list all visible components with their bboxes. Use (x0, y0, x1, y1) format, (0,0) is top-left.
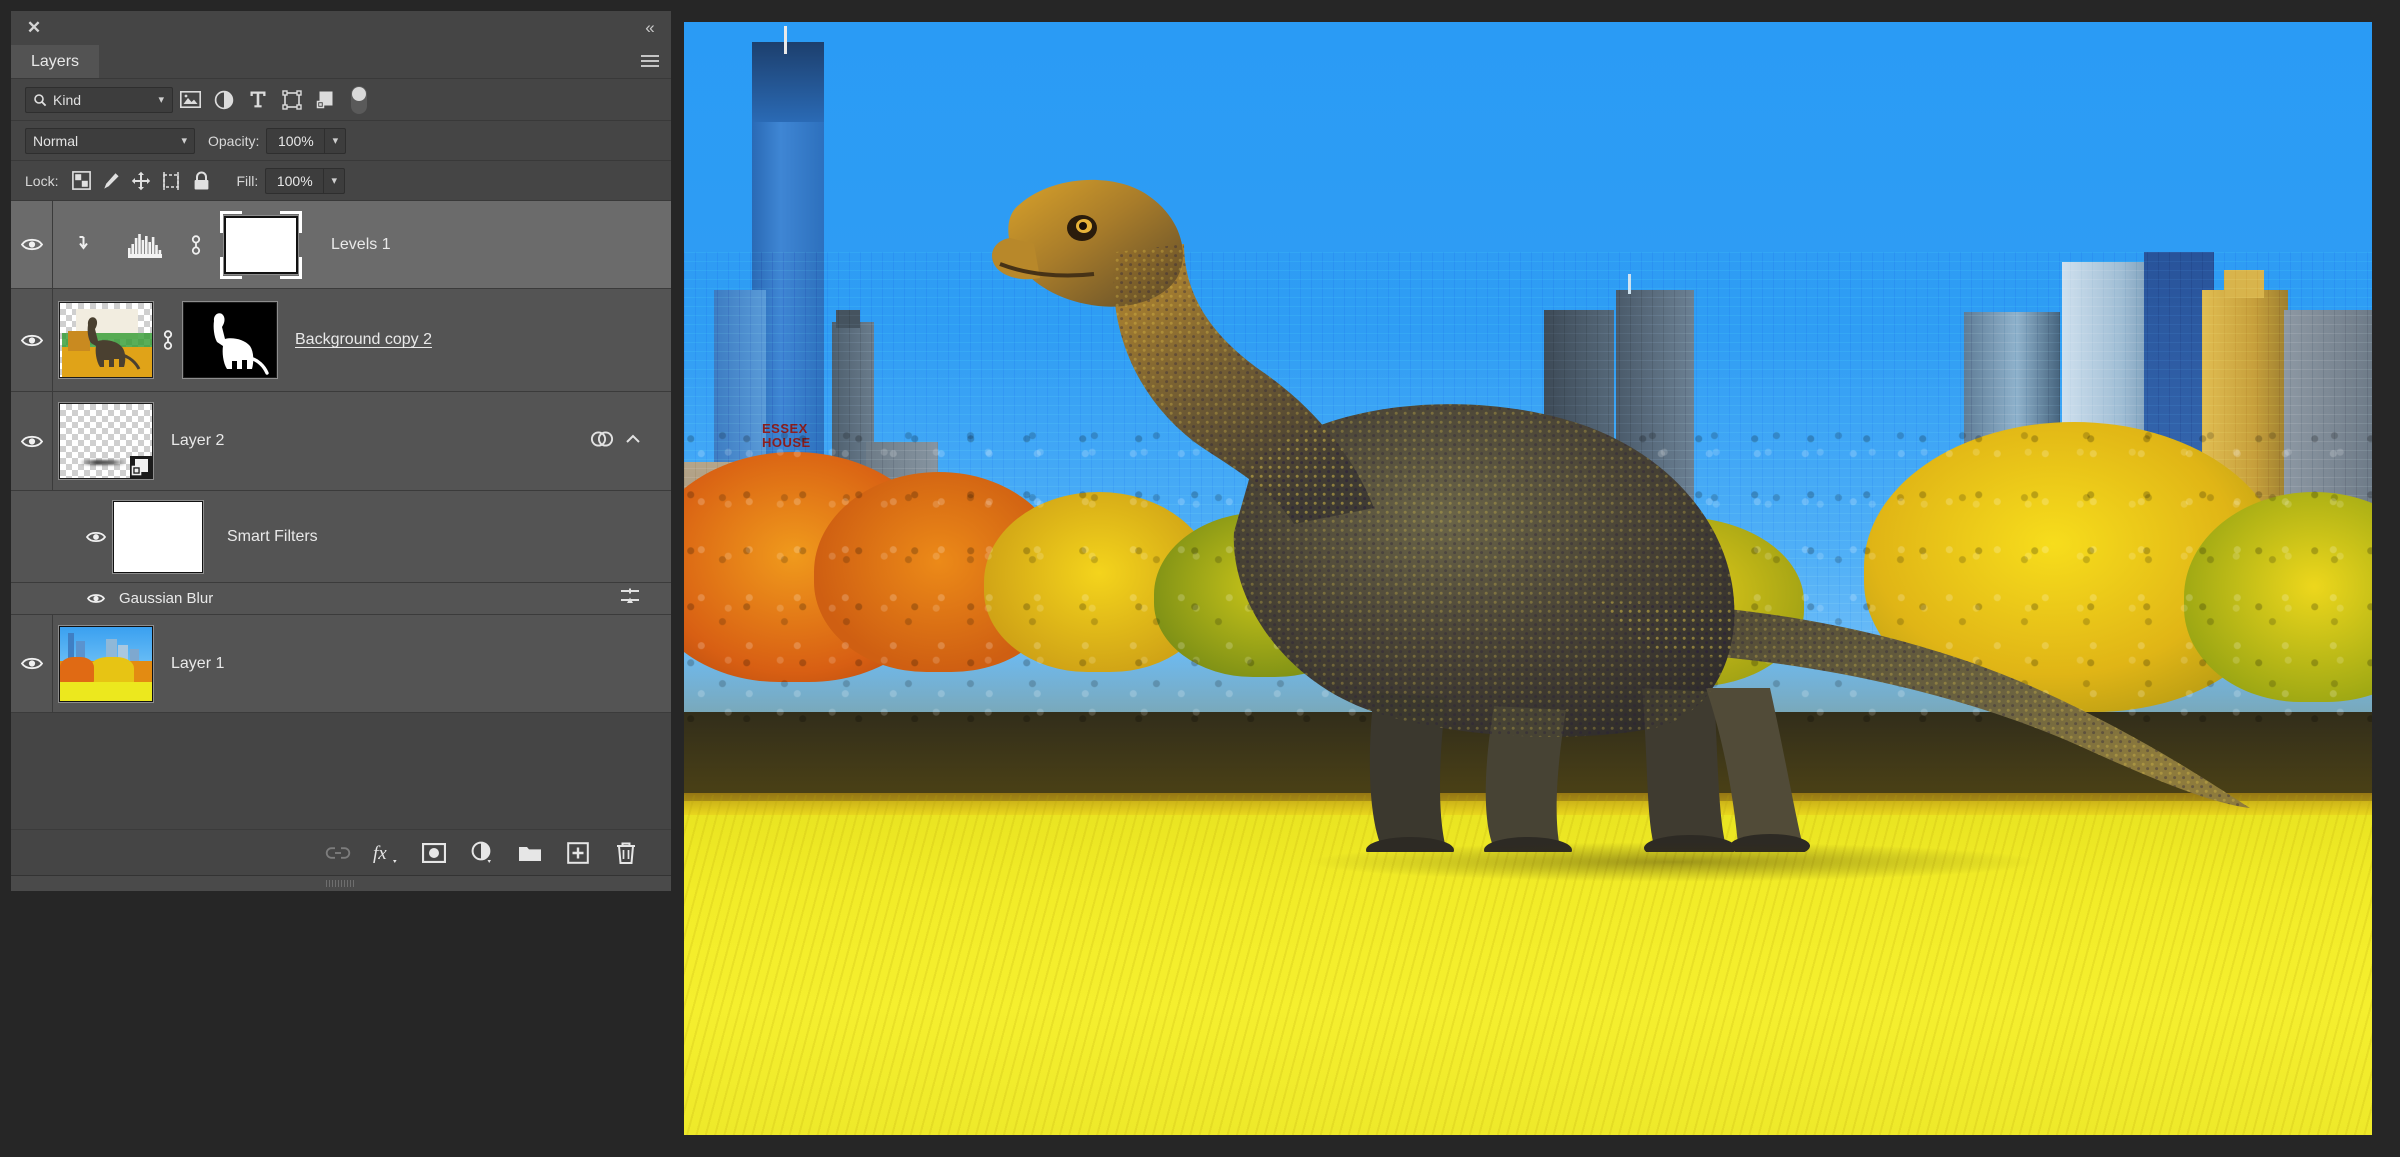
filter-kind-select[interactable]: Kind ▾ (25, 86, 173, 113)
layer-row-layer-1[interactable]: Layer 1 (11, 615, 671, 713)
blend-opacity-bar: Normal ▾ Opacity: 100% ▾ (11, 121, 671, 161)
opacity-label: Opacity: (208, 132, 260, 149)
lock-position-icon[interactable] (126, 167, 156, 195)
filter-adjustment-layers-icon[interactable] (207, 85, 241, 115)
filter-type-layers-icon[interactable] (241, 85, 275, 115)
collapse-smart-filters-chevron-icon[interactable] (625, 432, 641, 450)
photoshop-workspace: ✕ « Layers Kind ▾ Normal ▾ Opacity: 100%… (0, 0, 2400, 1157)
layer-mask-link-icon[interactable] (153, 329, 183, 351)
layer-name-layer-2[interactable]: Layer 2 (171, 432, 224, 450)
layer-filter-bar: Kind ▾ (11, 79, 671, 121)
svg-text:fx: fx (373, 843, 387, 864)
close-icon[interactable]: ✕ (25, 19, 43, 37)
layer-name-gaussian-blur[interactable]: Gaussian Blur (119, 590, 213, 607)
lock-all-icon[interactable] (186, 167, 216, 195)
smart-object-badge-icon (130, 456, 152, 478)
layer-name-smart-filters: Smart Filters (227, 527, 318, 545)
collapse-panel-icon[interactable]: « (639, 18, 659, 38)
layer-list: Levels 1 Background copy 2 Layer 2 Smart… (11, 201, 671, 829)
layers-panel-toolbar: fx (11, 829, 671, 875)
fill-input[interactable]: 100% (265, 167, 324, 194)
fill-label: Fill: (236, 172, 259, 189)
layer-row-background-copy-2[interactable]: Background copy 2 (11, 289, 671, 392)
tab-layers-label: Layers (31, 52, 80, 70)
layer-name-layer-1[interactable]: Layer 1 (171, 655, 224, 673)
new-layer-button[interactable] (563, 838, 593, 868)
layer-name-background-copy-2[interactable]: Background copy 2 (295, 331, 432, 349)
layer-mask-thumbnail-background-copy-2[interactable] (182, 301, 278, 379)
visibility-toggle-layer-2[interactable] (11, 392, 53, 490)
panel-titlebar: ✕ « (11, 11, 671, 45)
blend-mode-select[interactable]: Normal ▾ (25, 127, 195, 154)
filter-pixel-layers-icon[interactable] (173, 85, 207, 115)
layer-thumbnail-background-copy-2[interactable] (58, 301, 154, 379)
chevron-down-icon: ▾ (181, 135, 187, 147)
dinosaur-composite (854, 132, 2354, 863)
lock-artboard-nesting-icon[interactable] (156, 167, 186, 195)
visibility-toggle-gaussian-blur[interactable] (79, 592, 113, 605)
visibility-toggle-layer-1[interactable] (11, 615, 53, 712)
filter-kind-label: Kind (53, 91, 82, 108)
visibility-toggle-levels-1[interactable] (11, 201, 53, 288)
levels-adjustment-thumbnail[interactable] (109, 232, 183, 258)
tab-layers[interactable]: Layers (11, 45, 100, 78)
layer-style-fx-button[interactable]: fx (371, 838, 401, 868)
opacity-input[interactable]: 100% (266, 127, 325, 154)
panel-menu-icon[interactable] (641, 55, 659, 69)
dinosaur-silhouette (991, 179, 2250, 863)
layer-mask-link-icon[interactable] (183, 234, 209, 256)
filter-shape-layers-icon[interactable] (275, 85, 309, 115)
building-tower-crown (752, 42, 824, 122)
layer-thumbnail-layer-1[interactable] (58, 624, 154, 703)
opacity-stepper[interactable]: ▾ (324, 127, 347, 154)
visibility-toggle-background-copy-2[interactable] (11, 289, 53, 391)
layer-row-smart-filters[interactable]: Smart Filters (11, 491, 671, 583)
document-canvas[interactable]: ESSEXHOUSE ESSEXHOUSE (684, 22, 2372, 1135)
dinosaur-ground-shadow (1304, 842, 2044, 882)
blend-mode-value: Normal (33, 132, 79, 149)
layer-name-levels-1[interactable]: Levels 1 (331, 236, 391, 254)
layer-thumbnail-layer-2[interactable] (58, 402, 154, 480)
new-group-button[interactable] (515, 838, 545, 868)
composited-photograph: ESSEXHOUSE ESSEXHOUSE (684, 22, 2372, 1135)
layer-mask-thumbnail-levels-1[interactable] (209, 201, 313, 288)
filter-smart-object-icon[interactable] (309, 85, 343, 115)
panel-tab-strip: Layers (11, 45, 671, 79)
lock-label: Lock: (25, 172, 59, 189)
new-adjustment-layer-button[interactable] (467, 838, 497, 868)
filter-enable-toggle[interactable] (351, 85, 367, 114)
link-layers-button[interactable] (323, 838, 353, 868)
layer-row-levels-1[interactable]: Levels 1 (11, 201, 671, 289)
filter-blending-options-icon[interactable] (619, 587, 671, 610)
search-icon (34, 93, 47, 106)
smart-filters-indicator-icon[interactable] (589, 428, 615, 455)
visibility-toggle-smart-filters[interactable] (79, 530, 113, 544)
lock-transparent-pixels-icon[interactable] (66, 167, 96, 195)
chevron-down-icon: ▾ (158, 94, 164, 106)
layer-row-layer-2[interactable]: Layer 2 (11, 392, 671, 491)
building-antenna (784, 26, 787, 54)
smart-filters-mask-thumbnail[interactable] (112, 499, 204, 574)
clipping-mask-icon (53, 235, 109, 255)
layer-row-gaussian-blur[interactable]: Gaussian Blur (11, 583, 671, 615)
fill-stepper[interactable]: ▾ (323, 167, 346, 194)
delete-layer-button[interactable] (611, 838, 641, 868)
lock-bar: Lock: Fill: 100% ▾ (11, 161, 671, 201)
layers-panel: ✕ « Layers Kind ▾ Normal ▾ Opacity: 100%… (11, 11, 671, 891)
lock-image-pixels-icon[interactable] (96, 167, 126, 195)
add-layer-mask-button[interactable] (419, 838, 449, 868)
panel-resize-grip[interactable] (11, 875, 671, 891)
